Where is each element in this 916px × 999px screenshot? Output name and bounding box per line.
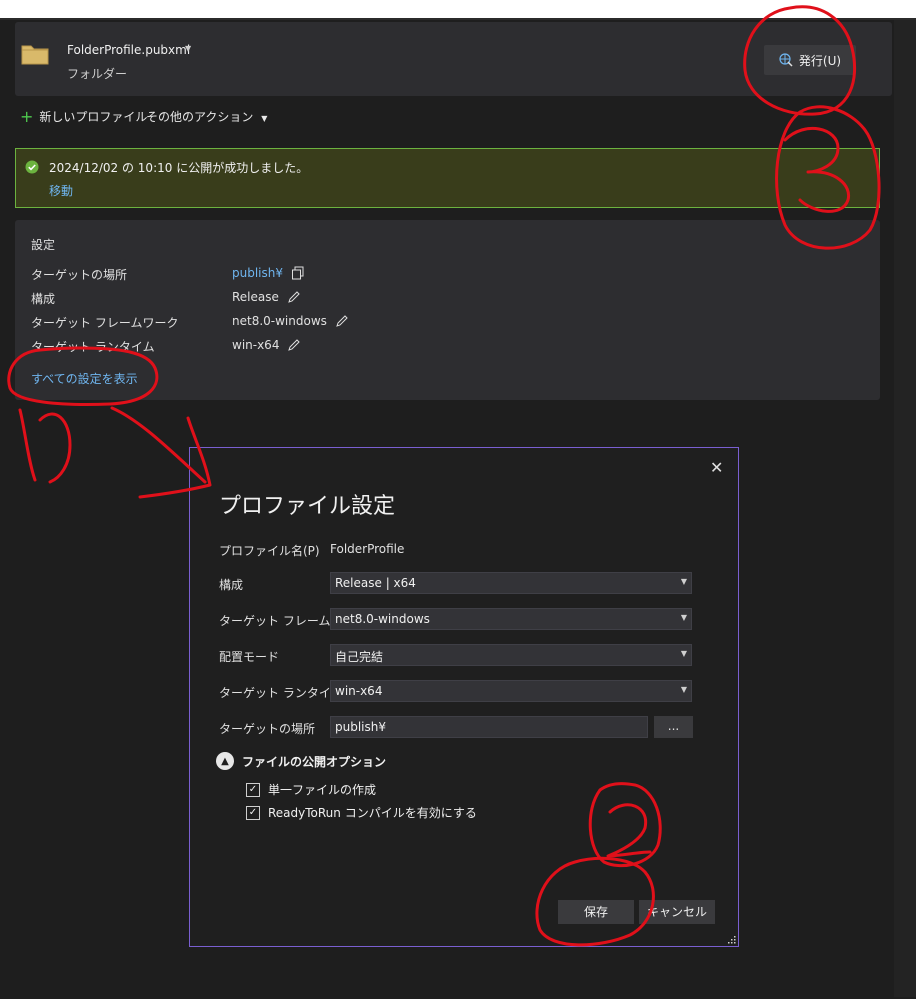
profile-name-label: プロファイル名(P) xyxy=(219,544,320,558)
target-location-row: ターゲットの場所 publish¥ ... xyxy=(219,716,699,740)
right-scroll-area xyxy=(894,20,916,997)
single-file-checkbox[interactable]: ✓ xyxy=(246,782,260,797)
chevron-down-icon[interactable]: ▼ xyxy=(185,44,191,53)
new-profile-label: 新しいプロファイル xyxy=(39,110,148,124)
publish-options-header: ファイルの公開オプション xyxy=(242,754,387,769)
edit-icon[interactable] xyxy=(287,338,301,352)
configuration-row: 構成 Release | x64 ▼ xyxy=(219,572,699,596)
target-framework-value: net8.0-windows xyxy=(232,314,327,328)
deployment-mode-row: 配置モード 自己完結 ▼ xyxy=(219,644,699,668)
settings-title: 設定 xyxy=(31,238,56,252)
settings-row-label: ターゲット ランタイム xyxy=(31,340,155,354)
success-banner: 2024/12/02 の 10:10 に公開が成功しました。 移動 xyxy=(15,148,880,208)
publish-button[interactable]: 発行(U) xyxy=(764,45,856,75)
single-file-label: 単一ファイルの作成 xyxy=(268,783,377,797)
dialog-title: プロファイル設定 xyxy=(219,494,396,519)
target-location-input[interactable]: publish¥ xyxy=(330,716,648,738)
chevron-down-icon: ▼ xyxy=(680,613,687,622)
edit-icon[interactable] xyxy=(287,290,301,304)
settings-row-label: ターゲットの場所 xyxy=(31,268,128,282)
ready-to-run-label: ReadyToRun コンパイルを有効にする xyxy=(268,806,477,820)
resize-grip-icon[interactable] xyxy=(726,934,736,944)
other-actions-menu[interactable]: その他のアクション ▼ xyxy=(146,108,267,125)
cancel-button[interactable]: キャンセル xyxy=(639,900,715,924)
publish-options-expander[interactable]: ▲ ファイルの公開オプション xyxy=(216,752,386,770)
other-actions-label: その他のアクション xyxy=(146,110,254,124)
settings-row-label: 構成 xyxy=(31,292,56,306)
profile-name-row: プロファイル名(P) FolderProfile xyxy=(219,538,699,562)
settings-row-value: publish¥ xyxy=(232,266,305,280)
new-profile-button[interactable]: + 新しいプロファイル xyxy=(20,108,147,125)
ready-to-run-option[interactable]: ✓ ReadyToRun コンパイルを有効にする xyxy=(246,804,477,821)
chevron-up-icon: ▲ xyxy=(216,752,234,770)
edit-icon[interactable] xyxy=(335,314,349,328)
settings-row-target-runtime: ターゲット ランタイム win-x64 xyxy=(31,338,831,356)
ready-to-run-checkbox[interactable]: ✓ xyxy=(246,805,260,820)
target-location-link[interactable]: publish¥ xyxy=(232,266,283,280)
settings-row-target-location: ターゲットの場所 publish¥ xyxy=(31,266,831,284)
chevron-down-icon: ▼ xyxy=(261,114,268,123)
deployment-mode-dropdown[interactable]: 自己完結 ▼ xyxy=(330,644,692,666)
profile-selector[interactable]: FolderProfile.pubxml xyxy=(67,43,190,57)
profile-name-value: FolderProfile xyxy=(330,542,405,556)
close-icon[interactable]: ✕ xyxy=(710,458,723,477)
single-file-option[interactable]: ✓ 単一ファイルの作成 xyxy=(246,781,376,798)
banner-message: 2024/12/02 の 10:10 に公開が成功しました。 xyxy=(49,161,309,175)
plus-icon: + xyxy=(20,106,34,126)
settings-row-value: Release xyxy=(232,290,301,304)
chevron-down-icon: ▼ xyxy=(680,577,687,586)
publish-button-label: 発行(U) xyxy=(798,53,842,68)
profile-settings-dialog: ✕ プロファイル設定 プロファイル名(P) FolderProfile 構成 R… xyxy=(189,447,739,947)
target-framework-row: ターゲット フレームワーク net8.0-windows ▼ xyxy=(219,608,699,632)
deployment-mode-label: 配置モード xyxy=(219,650,280,664)
configuration-label: 構成 xyxy=(219,578,244,592)
target-runtime-value: win-x64 xyxy=(232,338,280,352)
configuration-dropdown[interactable]: Release | x64 ▼ xyxy=(330,572,692,594)
show-all-settings-link[interactable]: すべての設定を表示 xyxy=(31,370,138,387)
chevron-down-icon: ▼ xyxy=(680,649,687,658)
chevron-down-icon: ▼ xyxy=(680,685,687,694)
settings-row-configuration: 構成 Release xyxy=(31,290,831,308)
target-runtime-row: ターゲット ランタイム win-x64 ▼ xyxy=(219,680,699,704)
settings-row-value: win-x64 xyxy=(232,338,301,352)
target-runtime-selected: win-x64 xyxy=(335,684,383,698)
publish-globe-icon xyxy=(779,53,793,67)
save-button[interactable]: 保存 xyxy=(558,900,634,924)
settings-row-label: ターゲット フレームワーク xyxy=(31,316,179,330)
settings-row-target-framework: ターゲット フレームワーク net8.0-windows xyxy=(31,314,831,332)
settings-panel: 設定 ターゲットの場所 publish¥ 構成 Release ターゲット フレ… xyxy=(15,220,880,400)
target-framework-selected: net8.0-windows xyxy=(335,612,430,626)
target-location-label: ターゲットの場所 xyxy=(219,722,316,736)
deployment-mode-selected: 自己完結 xyxy=(335,650,384,664)
browse-button[interactable]: ... xyxy=(654,716,693,738)
configuration-selected: Release | x64 xyxy=(335,576,416,590)
copy-icon[interactable] xyxy=(291,266,305,280)
navigate-link[interactable]: 移動 xyxy=(49,182,73,199)
settings-row-value: net8.0-windows xyxy=(232,314,349,328)
target-framework-dropdown[interactable]: net8.0-windows ▼ xyxy=(330,608,692,630)
target-runtime-dropdown[interactable]: win-x64 ▼ xyxy=(330,680,692,702)
configuration-value: Release xyxy=(232,290,279,304)
target-runtime-label: ターゲット ランタイム xyxy=(219,686,343,700)
profile-type: フォルダー xyxy=(67,67,128,81)
folder-icon xyxy=(21,45,49,65)
profile-header: FolderProfile.pubxml ▼ フォルダー 発行(U) xyxy=(15,22,892,96)
success-check-icon xyxy=(25,160,39,174)
